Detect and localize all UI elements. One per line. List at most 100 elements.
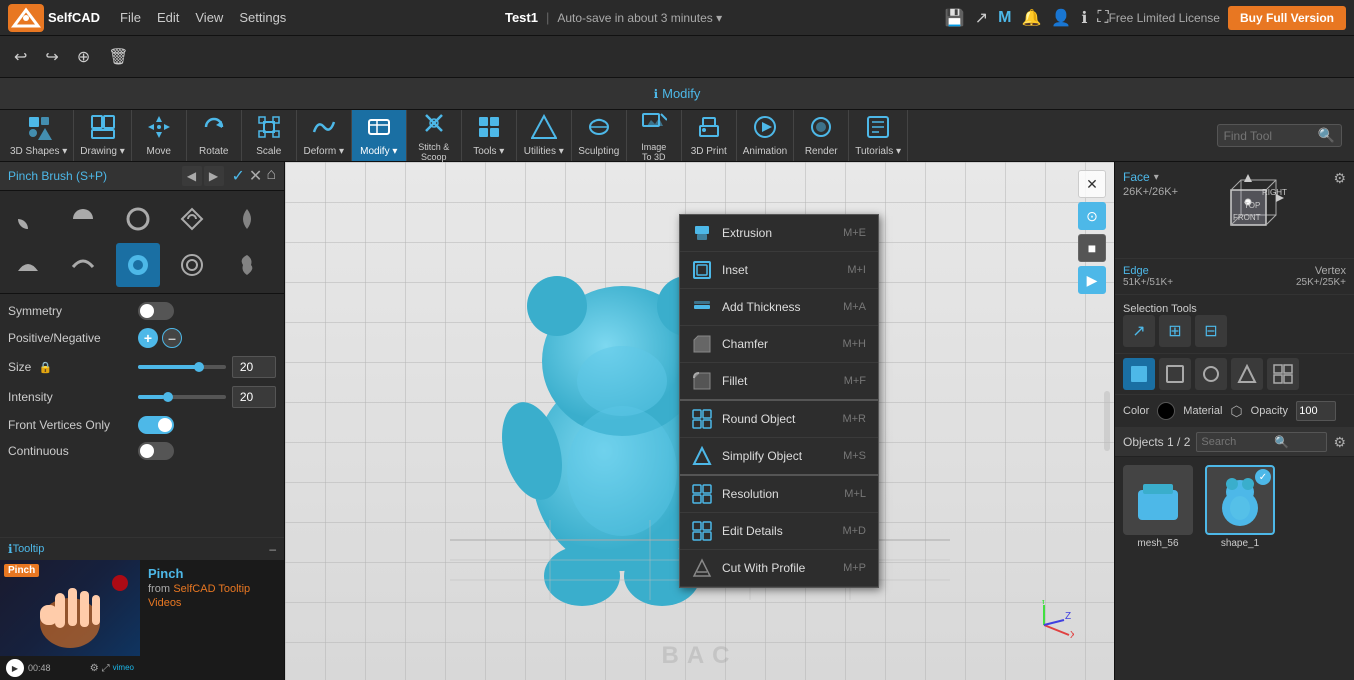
brush-icon-5[interactable] xyxy=(6,243,50,287)
fullscreen-icon[interactable]: ⛶ xyxy=(1097,9,1108,27)
brush-icon-4[interactable] xyxy=(225,197,269,241)
menu-round-object[interactable]: Round Object M+R xyxy=(680,401,878,438)
brush-close-icon[interactable]: ✕ xyxy=(249,166,262,186)
sel-expand2-button[interactable]: ⊞ xyxy=(1159,315,1191,347)
menu-chamfer[interactable]: Chamfer M+H xyxy=(680,326,878,363)
brush-icon-8[interactable] xyxy=(170,243,214,287)
sel-face-button[interactable] xyxy=(1123,358,1155,390)
play-button[interactable]: ▶ xyxy=(6,659,24,677)
tool-drawing[interactable]: Drawing ▾ xyxy=(74,110,131,161)
tool-image-to-3d[interactable]: ImageTo 3D xyxy=(627,110,682,161)
menu-extrusion[interactable]: Extrusion M+E xyxy=(680,215,878,252)
notification-icon[interactable]: 🔔 xyxy=(1021,8,1041,28)
menu-resolution[interactable]: Resolution M+L xyxy=(680,476,878,513)
brush-icon-1[interactable] xyxy=(61,197,105,241)
m-icon[interactable]: M xyxy=(998,9,1011,27)
find-tool-input[interactable] xyxy=(1224,129,1314,143)
share-icon[interactable]: ↗ xyxy=(975,8,988,28)
brush-icon-0[interactable] xyxy=(6,197,50,241)
tool-stitch-scoop[interactable]: Stitch &Scoop xyxy=(407,110,462,161)
continuous-toggle[interactable] xyxy=(138,442,174,460)
material-label: Material xyxy=(1183,405,1222,417)
vp-play-button[interactable]: ▶ xyxy=(1078,266,1106,294)
tool-tutorials[interactable]: Tutorials ▾ xyxy=(849,110,908,161)
sel-vertex-button[interactable] xyxy=(1195,358,1227,390)
vp-target-button[interactable]: ⊙ xyxy=(1078,202,1106,230)
redo-button[interactable]: ↪ xyxy=(39,43,64,71)
brush-check-icon[interactable]: ✓ xyxy=(232,166,245,186)
video-settings-icon[interactable]: ⚙ xyxy=(90,663,99,674)
tooltip-close-icon[interactable]: – xyxy=(269,542,276,556)
view-cube-settings-icon[interactable]: ⚙ xyxy=(1333,170,1346,187)
front-vertices-toggle[interactable] xyxy=(138,416,174,434)
save-icon[interactable]: 💾 xyxy=(945,8,965,28)
opacity-input[interactable] xyxy=(1296,401,1336,421)
pn-minus-button[interactable]: – xyxy=(162,328,182,348)
vp-close-button[interactable]: ✕ xyxy=(1078,170,1106,198)
menu-simplify-object[interactable]: Simplify Object M+S xyxy=(680,438,878,476)
brush-icon-3[interactable] xyxy=(170,197,214,241)
tool-animation[interactable]: Animation xyxy=(737,110,794,161)
objects-settings-icon[interactable]: ⚙ xyxy=(1333,434,1346,451)
object-item-shape1[interactable]: ✓ shape_1 xyxy=(1205,465,1275,549)
info-icon[interactable]: ℹ xyxy=(1081,8,1087,28)
brush-icon-7[interactable] xyxy=(116,243,160,287)
sel-object-button[interactable] xyxy=(1231,358,1263,390)
menu-view[interactable]: View xyxy=(187,6,231,29)
menu-edit[interactable]: Edit xyxy=(149,6,187,29)
tool-scale[interactable]: Scale xyxy=(242,110,297,161)
undo-button[interactable]: ↩ xyxy=(8,43,33,71)
delete-button[interactable]: 🗑 xyxy=(102,43,134,71)
tool-rotate[interactable]: Rotate xyxy=(187,110,242,161)
edit-details-icon xyxy=(692,521,712,541)
tool-3d-shapes[interactable]: 3D Shapes ▾ xyxy=(4,110,74,161)
video-expand-icon[interactable]: ⤢ xyxy=(102,663,110,674)
menu-edit-details[interactable]: Edit Details M+D xyxy=(680,513,878,550)
menu-inset[interactable]: Inset M+I xyxy=(680,252,878,289)
menu-settings[interactable]: Settings xyxy=(231,6,294,29)
material-icon[interactable]: ⬡ xyxy=(1230,403,1242,420)
brush-home-icon[interactable]: ⌂ xyxy=(266,166,276,186)
object-item-mesh56[interactable]: mesh_56 xyxy=(1123,465,1193,549)
brush-icon-2[interactable] xyxy=(116,197,160,241)
menu-file[interactable]: File xyxy=(112,6,149,29)
tool-render[interactable]: Render xyxy=(794,110,849,161)
sel-expand-button[interactable]: ↗ xyxy=(1123,315,1155,347)
menu-cut-with-profile[interactable]: Cut With Profile M+P xyxy=(680,550,878,587)
menu-add-thickness[interactable]: Add Thickness M+A xyxy=(680,289,878,326)
intensity-input[interactable] xyxy=(232,386,276,408)
edit-details-label: Edit Details xyxy=(722,524,832,538)
tool-tools[interactable]: Tools ▾ xyxy=(462,110,517,161)
symmetry-toggle[interactable] xyxy=(138,302,174,320)
size-lock-icon[interactable]: 🔒 xyxy=(39,362,53,374)
objects-search-icon[interactable]: 🔍 xyxy=(1274,435,1289,449)
menu-fillet[interactable]: Fillet M+F xyxy=(680,363,878,401)
sel-edge-button[interactable] xyxy=(1159,358,1191,390)
sel-mesh-button[interactable] xyxy=(1267,358,1299,390)
brush-icon-9[interactable] xyxy=(225,243,269,287)
user-icon[interactable]: 👤 xyxy=(1051,8,1071,28)
tool-3d-print[interactable]: 3D Print xyxy=(682,110,737,161)
objects-search-input[interactable] xyxy=(1201,436,1271,448)
tool-modify[interactable]: Modify ▾ xyxy=(352,110,407,161)
vp-scrollbar[interactable] xyxy=(1104,391,1110,451)
color-swatch[interactable] xyxy=(1157,402,1175,420)
size-input[interactable] xyxy=(232,356,276,378)
tool-sculpting[interactable]: Sculpting xyxy=(572,110,627,161)
sel-expand3-button[interactable]: ⊟ xyxy=(1195,315,1227,347)
tool-deform[interactable]: Deform ▾ xyxy=(297,110,352,161)
vp-color-button[interactable]: ■ xyxy=(1078,234,1106,262)
buy-full-version-button[interactable]: Buy Full Version xyxy=(1228,6,1346,30)
size-slider[interactable] xyxy=(138,365,226,369)
pn-plus-button[interactable]: + xyxy=(138,328,158,348)
copy-button[interactable]: ⊕ xyxy=(71,43,96,71)
tool-utilities[interactable]: Utilities ▾ xyxy=(517,110,572,161)
intensity-slider[interactable] xyxy=(138,395,226,399)
tool-move[interactable]: Move xyxy=(132,110,187,161)
view-cube-svg[interactable]: TOP FRONT RIGHT xyxy=(1216,170,1296,250)
brush-icon-6[interactable] xyxy=(61,243,105,287)
brush-prev-button[interactable]: ◀ xyxy=(182,166,202,186)
viewport[interactable]: ✕ ⊙ ■ ▶ X Y Z BAC xyxy=(285,162,1114,680)
face-dropdown[interactable]: Face ▾ xyxy=(1123,170,1178,184)
brush-next-button[interactable]: ▶ xyxy=(204,166,224,186)
